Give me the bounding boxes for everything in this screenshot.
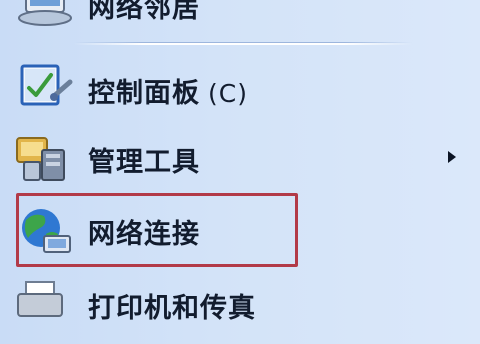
menu-item-label: 网络邻居: [88, 0, 200, 24]
submenu-arrow-icon: [448, 151, 456, 163]
network-places-icon: [18, 0, 72, 26]
accelerator-key: (C): [208, 79, 248, 108]
menu-divider: [74, 42, 412, 45]
menu-item-network-places[interactable]: 网络邻居: [0, 0, 480, 30]
menu-item-label: 控制面板 (C): [88, 78, 248, 109]
admin-tools-icon: [16, 137, 65, 181]
menu-item-label: 管理工具: [88, 147, 200, 178]
printer-fax-icon: [17, 281, 63, 317]
start-menu-right-pane: 网络邻居 控制面板 (C) 管理工具 网络连接 打印机和传真: [0, 0, 480, 324]
menu-item-admin-tools[interactable]: 管理工具: [0, 124, 480, 192]
control-panel-icon: [20, 64, 73, 106]
menu-item-printers-faxes[interactable]: 打印机和传真: [0, 276, 480, 344]
menu-item-label: 打印机和传真: [88, 293, 256, 324]
menu-item-control-panel[interactable]: 控制面板 (C): [0, 56, 480, 124]
red-highlight-box: [16, 193, 298, 267]
